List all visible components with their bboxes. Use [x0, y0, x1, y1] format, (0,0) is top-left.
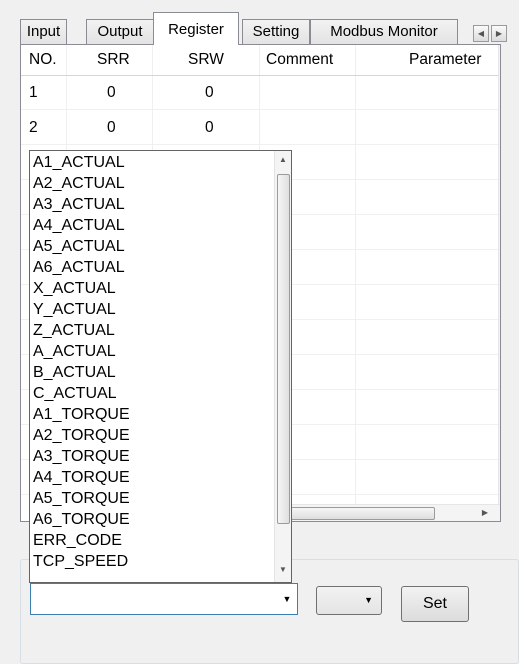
list-item[interactable]: A4_ACTUAL — [33, 216, 125, 236]
list-item[interactable]: A2_TORQUE — [33, 426, 130, 446]
column-header-comment[interactable]: Comment — [266, 45, 333, 75]
chevron-down-icon[interactable]: ▼ — [364, 587, 373, 614]
list-item[interactable]: A3_ACTUAL — [33, 195, 125, 215]
list-item[interactable]: A1_ACTUAL — [33, 153, 125, 173]
grid-horizontal-scroll-thumb[interactable] — [285, 507, 435, 520]
cell-no: 1 — [29, 84, 38, 101]
tab-output[interactable]: Output — [86, 19, 154, 45]
list-item[interactable]: ERR_CODE — [33, 531, 122, 551]
table-row[interactable]: 2 0 0 — [21, 111, 499, 145]
arrow-left-icon[interactable]: ◀ — [473, 25, 489, 42]
parameter-combobox[interactable]: ▼ — [30, 583, 298, 615]
tab-register[interactable]: Register — [153, 12, 239, 45]
cell-srw[interactable]: 0 — [205, 111, 214, 145]
list-item[interactable]: C_ACTUAL — [33, 384, 117, 404]
list-item[interactable]: A2_ACTUAL — [33, 174, 125, 194]
grid-vertical-scrollbar[interactable]: ▲ ▼ — [498, 45, 500, 505]
list-item[interactable]: Z_ACTUAL — [33, 321, 115, 341]
tab-strip: Input Output Register Setting Modbus Mon… — [20, 12, 519, 45]
cell-srw[interactable]: 0 — [205, 76, 214, 110]
column-header-parameter[interactable]: Parameter — [409, 45, 481, 75]
scroll-down-icon[interactable]: ▼ — [499, 487, 500, 496]
value-combobox[interactable]: ▼ — [316, 586, 382, 615]
set-button[interactable]: Set — [401, 586, 469, 622]
tab-input[interactable]: Input — [20, 19, 67, 45]
list-item[interactable]: A_ACTUAL — [33, 342, 116, 362]
list-item[interactable]: A3_TORQUE — [33, 447, 130, 467]
list-item[interactable]: A4_TORQUE — [33, 468, 130, 488]
cell-no: 2 — [29, 119, 38, 136]
column-header-srw[interactable]: SRW — [188, 45, 224, 75]
cell-srr[interactable]: 0 — [107, 76, 116, 110]
column-header-srr[interactable]: SRR — [97, 45, 130, 75]
dropdown-list-scrollbar[interactable]: ▲ ▼ — [274, 151, 291, 582]
scroll-down-icon[interactable]: ▼ — [275, 565, 291, 574]
chevron-down-icon[interactable]: ▼ — [277, 584, 297, 614]
dropdown-list-scroll-thumb[interactable] — [277, 174, 290, 524]
tab-modbus-monitor[interactable]: Modbus Monitor — [310, 19, 458, 45]
parameter-dropdown-list[interactable]: A1_ACTUAL A2_ACTUAL A3_ACTUAL A4_ACTUAL … — [29, 150, 292, 583]
list-item[interactable]: A5_TORQUE — [33, 489, 130, 509]
grid-horizontal-scrollbar[interactable]: ▶ — [283, 504, 500, 521]
cell-srr[interactable]: 0 — [107, 111, 116, 145]
scroll-up-icon[interactable]: ▲ — [499, 47, 500, 56]
grid-header: NO. SRR SRW Comment Parameter — [21, 45, 499, 76]
list-item[interactable]: X_ACTUAL — [33, 279, 116, 299]
list-item[interactable]: A6_ACTUAL — [33, 258, 125, 278]
table-row[interactable]: 1 0 0 — [21, 76, 499, 110]
tab-setting[interactable]: Setting — [242, 19, 310, 45]
scroll-up-icon[interactable]: ▲ — [275, 155, 291, 164]
scroll-right-icon[interactable]: ▶ — [478, 508, 492, 517]
list-item[interactable]: Y_ACTUAL — [33, 300, 116, 320]
list-item[interactable]: A1_TORQUE — [33, 405, 130, 425]
list-item[interactable]: A6_TORQUE — [33, 510, 130, 530]
list-item[interactable]: TCP_SPEED — [33, 552, 128, 572]
list-item[interactable]: B_ACTUAL — [33, 363, 116, 383]
arrow-right-icon[interactable]: ▶ — [491, 25, 507, 42]
column-header-no[interactable]: NO. — [29, 45, 57, 75]
list-item[interactable]: A5_ACTUAL — [33, 237, 125, 257]
